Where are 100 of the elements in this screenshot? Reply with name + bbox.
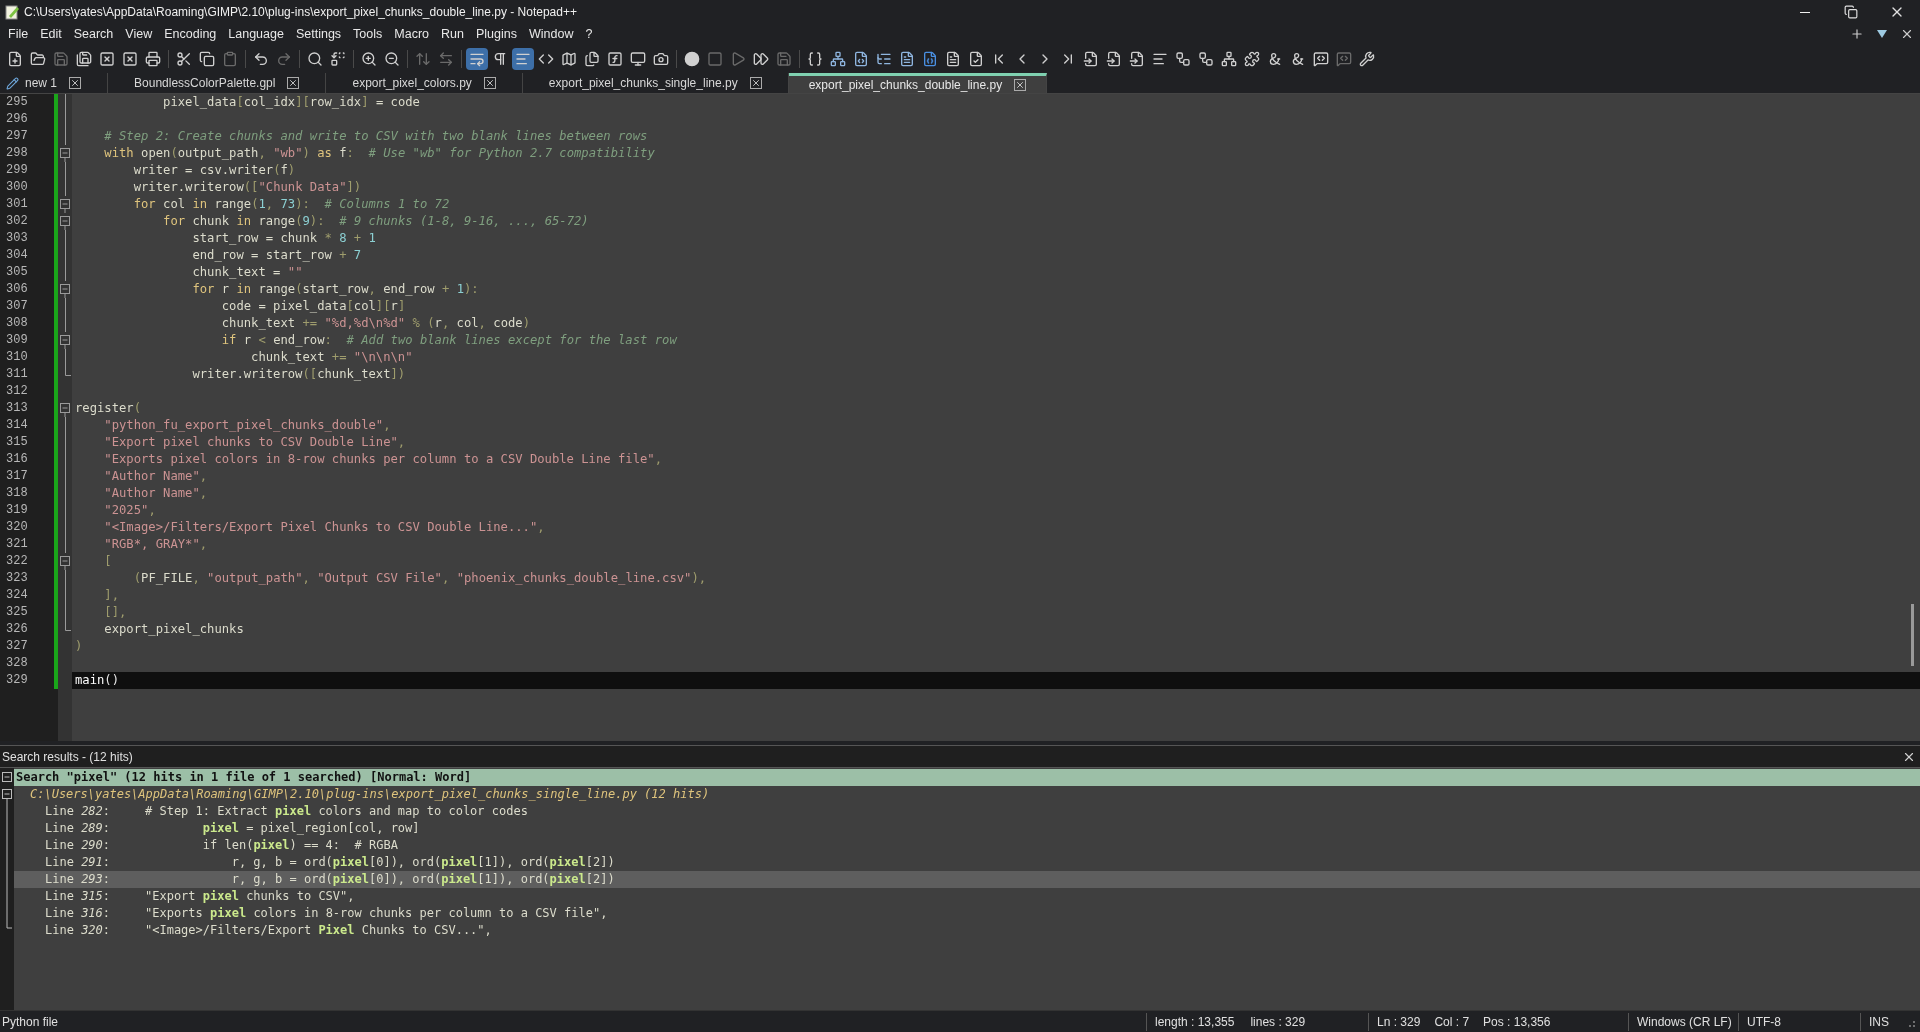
line-number: 305	[5, 264, 29, 281]
line-number: 329	[5, 672, 29, 689]
menu-item[interactable]: Edit	[34, 24, 68, 44]
menu-item[interactable]: Plugins	[469, 24, 523, 44]
file-tab[interactable]: export_pixel_chunks_single_line.py	[522, 73, 789, 93]
code-line: )	[74, 638, 84, 655]
line-number: 322	[5, 553, 29, 570]
menu-item[interactable]: Settings	[289, 24, 348, 44]
code-line: with open(output_path, "wb") as f: # Use "wb" for Python 2.7 compatibility	[103, 145, 656, 162]
result-text: pixel = pixel_region[col, row]	[201, 820, 420, 837]
line-number: 296	[5, 111, 29, 128]
fold-end-line	[64, 366, 71, 376]
close-icon[interactable]	[69, 77, 82, 89]
code-line: chunk_text += "%d,%d\n%d" % (r, col, code)	[220, 315, 531, 332]
plus-icon[interactable]	[1850, 27, 1864, 41]
file-tab[interactable]: BoundlessColorPalette.gpl	[108, 73, 327, 93]
menu-item[interactable]: Window	[522, 24, 580, 44]
code-line: if r < end_row: # Add two blank lines except for the last row	[220, 332, 678, 349]
file-tab[interactable]: export_pixel_chunks_double_line.py	[788, 73, 1048, 93]
search-summary-row[interactable]: Search "pixel" (12 hits in 1 file of 1 searched) [Normal: Word]	[14, 769, 1920, 786]
fold-minus-icon[interactable]	[60, 403, 70, 417]
line-ending-label: Windows (CR LF)	[1628, 1012, 1738, 1031]
line-number: 317	[5, 468, 29, 485]
file-tab[interactable]: export_pixel_colors.py	[326, 73, 523, 93]
result-text: r, g, b = ord(pixel[0]), ord(pixel[1]), ord(pixel[2])	[230, 871, 615, 888]
line-number: 310	[5, 349, 29, 366]
code-line: ],	[103, 587, 121, 604]
code-line: for col in range(1, 73): # Columns 1 to 72	[132, 196, 451, 213]
result-text: if len(pixel) == 4: # RGBA	[201, 837, 398, 854]
code-line: chunk_text += "\n\n\n"	[250, 349, 414, 366]
result-line-label: Line 291:	[44, 854, 112, 871]
menu-item[interactable]: Encoding	[158, 24, 223, 44]
fold-minus-icon[interactable]	[60, 335, 70, 349]
line-number: 326	[5, 621, 29, 638]
result-text: # Step 1: Extract pixel colors and map to color codes	[145, 803, 528, 820]
menu-item[interactable]: Run	[435, 24, 470, 44]
menu-item[interactable]: Language	[222, 24, 290, 44]
result-line-label: Line 315:	[44, 888, 112, 905]
close-icon[interactable]	[1014, 78, 1027, 91]
line-number: 315	[5, 434, 29, 451]
result-text: "<Image>/Filters/Export Pixel Chunks to CSV...",	[145, 922, 492, 939]
editor-pane[interactable]	[0, 94, 1920, 741]
line-number: 314	[5, 417, 29, 434]
menu-item[interactable]: Macro	[388, 24, 436, 44]
result-row[interactable]: Line 293: r, g, b = ord(pixel[0]), ord(pixel[1]), ord(pixel[2])	[14, 871, 1920, 888]
result-file-path[interactable]: C:\Users\yates\AppData\Roaming\GIMP\2.10\plug-ins\export_pixel_chunks_single_line.py (12 hits)	[14, 786, 1920, 803]
line-number: 308	[5, 315, 29, 332]
window-title: C:\Users\yates\AppData\Roaming\GIMP\2.10\plug-ins\export_pixel_chunks_double_line.py - Notepad++	[24, 4, 578, 21]
close-icon[interactable]	[483, 77, 496, 89]
insert-mode-label: INS	[1860, 1012, 1900, 1031]
fold-minus-icon[interactable]	[60, 199, 70, 213]
file-tab[interactable]: new 1	[0, 73, 109, 93]
menu-item[interactable]: File	[2, 24, 35, 44]
result-line-label: Line 293:	[44, 871, 112, 888]
code-line: "2025",	[103, 502, 157, 519]
file-type-label: Python file	[1, 1013, 60, 1031]
code-line: start_row = chunk * 8 + 1	[191, 230, 377, 247]
code-line: "python_fu_export_pixel_chunks_double",	[103, 417, 392, 434]
code-line: [	[103, 553, 113, 570]
dropdown-triangle-icon[interactable]	[1876, 29, 1888, 39]
fold-minus-icon[interactable]	[60, 556, 70, 570]
close-icon[interactable]	[749, 77, 762, 89]
fold-minus-icon[interactable]	[60, 148, 70, 162]
line-number: 300	[5, 179, 29, 196]
line-number: 313	[5, 400, 29, 417]
close-icon[interactable]	[287, 77, 300, 89]
close-icon[interactable]	[1900, 27, 1914, 41]
menu-item[interactable]: ?	[579, 24, 599, 44]
fold-minus-icon[interactable]	[60, 216, 70, 230]
fold-end-line	[64, 621, 71, 631]
word-wrap-icon[interactable]	[466, 48, 488, 70]
restore-icon	[1844, 5, 1858, 19]
line-number: 321	[5, 536, 29, 553]
menu-item[interactable]: Search	[67, 24, 120, 44]
indent-guide-icon[interactable]	[512, 48, 534, 70]
code-line: # Step 2: Create chunks and write to CSV with two blank lines between rows	[103, 128, 649, 145]
code-line: writer.writerow([chunk_text])	[191, 366, 407, 383]
code-line: chunk_text = ""	[191, 264, 304, 281]
code-line: register(	[74, 400, 143, 417]
line-number: 324	[5, 587, 29, 604]
result-text: r, g, b = ord(pixel[0]), ord(pixel[1]), ord(pixel[2])	[230, 854, 615, 871]
fold-line	[64, 349, 66, 366]
menu-item[interactable]: View	[119, 24, 159, 44]
line-number: 301	[5, 196, 29, 213]
code-line: (PF_FILE, "output_path", "Output CSV File", "phoenix_chunks_double_line.csv"),	[132, 570, 708, 587]
length-label: length : 13,355	[1155, 1013, 1235, 1031]
line-number: 320	[5, 519, 29, 536]
line-number: 312	[5, 383, 29, 400]
code-line: [],	[103, 604, 128, 621]
result-text: "Exports pixel colors in 8-row chunks per column to a CSV file",	[145, 905, 608, 922]
result-line-label: Line 320:	[44, 922, 112, 939]
panel-title: Search results - (12 hits)	[2, 748, 133, 766]
line-number: 306	[5, 281, 29, 298]
line-number: 318	[5, 485, 29, 502]
code-line: pixel_data[col_idx][row_idx] = code	[162, 94, 421, 111]
fold-minus-icon[interactable]	[60, 284, 70, 298]
code-line: "<Image>/Filters/Export Pixel Chunks to CSV Double Line...",	[103, 519, 546, 536]
scrollbar-thumb[interactable]	[1911, 604, 1914, 666]
menu-item[interactable]: Tools	[347, 24, 389, 44]
line-number: 298	[5, 145, 29, 162]
